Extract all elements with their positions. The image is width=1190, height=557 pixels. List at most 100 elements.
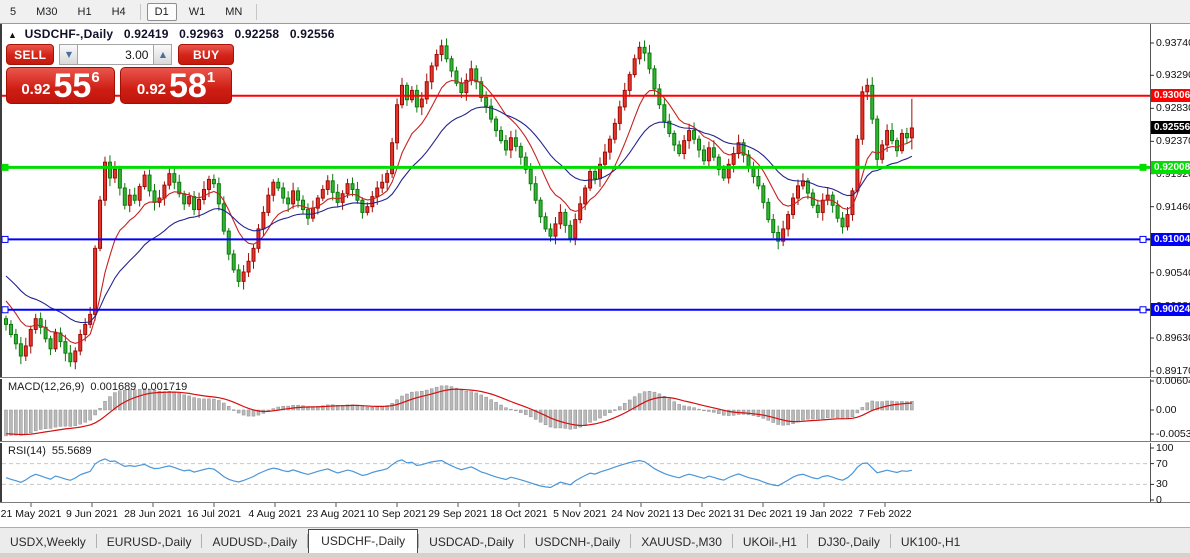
timeframe-button-h4[interactable]: H4 — [104, 3, 134, 21]
macd-histogram-bar — [603, 409, 607, 416]
macd-histogram-bar — [231, 409, 236, 411]
macd-histogram-bar — [197, 398, 201, 411]
buy-button[interactable]: BUY — [178, 44, 234, 65]
volume-input[interactable]: 3.00 — [78, 44, 154, 65]
candle-body — [13, 333, 18, 345]
macd-histogram-bar — [613, 409, 617, 411]
volume-increase-icon[interactable]: ▲ — [153, 44, 173, 65]
one-click-trading-panel: SELL ▼ 3.00 ▲ BUY 0.92 55 6 0.92 58 1 — [6, 44, 234, 104]
macd-histogram-bar — [880, 401, 884, 411]
macd-histogram-bar — [246, 409, 251, 417]
macd-tick-label: 0.00 — [1156, 404, 1177, 416]
macd-histogram-bar — [855, 409, 860, 414]
macd-histogram-bar — [756, 409, 761, 417]
chart-tab-ukoilh1[interactable]: UKOil-,H1 — [733, 531, 807, 554]
macd-histogram-bar — [53, 409, 58, 428]
macd-histogram-bar — [702, 409, 706, 412]
ma-slow-line — [5, 106, 913, 324]
chart-tab-uk100h1[interactable]: UK100-,H1 — [891, 531, 970, 554]
hline-handle[interactable] — [1139, 306, 1147, 314]
macd-histogram-bar — [123, 390, 127, 411]
macd-histogram-bar — [519, 409, 523, 413]
macd-histogram-bar — [895, 401, 899, 411]
candle-body — [375, 187, 380, 198]
chart-tab-xauusdm30[interactable]: XAUUSD-,M30 — [631, 531, 732, 554]
chart-tab-usdchfdaily[interactable]: USDCHF-,Daily — [308, 529, 419, 554]
macd-histogram-bar — [781, 409, 785, 426]
macd-histogram-bar — [390, 403, 394, 411]
macd-histogram-bar — [217, 400, 221, 411]
macd-histogram-bar — [682, 405, 686, 411]
candle-body — [513, 137, 518, 147]
candle-body — [459, 82, 464, 94]
macd-histogram-bar — [98, 408, 102, 411]
macd-histogram-bar — [222, 402, 226, 411]
macd-histogram-bar — [811, 409, 815, 420]
hline-handle[interactable] — [1, 163, 9, 171]
macd-histogram-bar — [108, 396, 112, 411]
candle-body — [439, 45, 444, 55]
ask-price-button[interactable]: 0.92 58 1 — [120, 67, 232, 104]
timeframe-button-m30[interactable]: M30 — [28, 3, 65, 21]
chart-tab-usdcnhdaily[interactable]: USDCNH-,Daily — [525, 531, 630, 554]
macd-histogram-bar — [717, 409, 721, 414]
candle-body — [840, 217, 845, 228]
candle-body — [53, 332, 58, 350]
candle-body — [771, 219, 776, 234]
hline-handle[interactable] — [1139, 235, 1147, 243]
candle-body — [865, 84, 870, 93]
macd-histogram-bar — [375, 406, 379, 411]
macd-histogram-bar — [637, 393, 642, 411]
macd-histogram-bar — [202, 398, 206, 411]
candle-body — [815, 204, 820, 213]
chart-tab-dj30daily[interactable]: DJ30-,Daily — [808, 531, 890, 554]
candle-body — [701, 149, 706, 162]
bid-price-pip: 6 — [91, 69, 100, 86]
candle-body — [107, 161, 112, 179]
candle-body — [622, 89, 627, 108]
macd-histogram-bar — [48, 409, 53, 429]
chart-tab-usdcaddaily[interactable]: USDCAD-,Daily — [419, 531, 524, 554]
candle-body — [211, 178, 216, 185]
timeframe-button-d1[interactable]: D1 — [146, 2, 177, 21]
candle-body — [612, 122, 617, 140]
macd-histogram-bar — [801, 409, 805, 421]
candle-body — [899, 132, 904, 152]
candle-body — [444, 45, 449, 60]
candle-body — [127, 194, 132, 206]
macd-histogram-bar — [751, 409, 756, 416]
rsi-tick-label: 100 — [1156, 442, 1174, 454]
timeframe-button-mn[interactable]: MN — [217, 3, 250, 21]
candle-body — [83, 323, 88, 335]
macd-histogram-bar — [652, 391, 657, 411]
hline-handle[interactable] — [1, 306, 9, 314]
hline-handle[interactable] — [1139, 163, 1147, 171]
timeframe-button-5[interactable]: 5 — [2, 3, 24, 21]
chart-tab-audusddaily[interactable]: AUDUSD-,Daily — [202, 531, 307, 554]
sell-button[interactable]: SELL — [6, 44, 55, 65]
macd-histogram-bar — [598, 409, 602, 419]
macd-histogram-bar — [93, 409, 97, 416]
macd-histogram-bar — [355, 405, 360, 411]
price-tick-label: 0.89630 — [1156, 332, 1190, 345]
macd-histogram-bar — [865, 402, 870, 411]
chart-tab-usdxweekly[interactable]: USDX,Weekly — [0, 531, 96, 554]
chart-tab-eurusddaily[interactable]: EURUSD-,Daily — [97, 531, 202, 554]
price-line-badge: 0.92008 — [1151, 160, 1190, 174]
hline-handle[interactable] — [1, 235, 9, 243]
candle-body — [429, 65, 434, 83]
macd-value-main: 0.001689 — [90, 381, 137, 393]
timeframe-button-w1[interactable]: W1 — [181, 3, 214, 21]
volume-decrease-icon[interactable]: ▼ — [59, 44, 79, 65]
macd-histogram-bar — [741, 409, 746, 415]
macd-histogram-bar — [687, 406, 691, 411]
macd-histogram-bar — [9, 409, 13, 436]
macd-histogram-bar — [776, 409, 780, 425]
macd-histogram-bar — [825, 409, 830, 418]
bid-price-button[interactable]: 0.92 55 6 — [6, 67, 115, 104]
candle-body — [860, 91, 865, 140]
timeframe-button-h1[interactable]: H1 — [70, 3, 100, 21]
candle-body — [662, 104, 667, 122]
candle-body — [93, 247, 98, 315]
symbol-triangle-icon: ▲ — [8, 30, 18, 40]
